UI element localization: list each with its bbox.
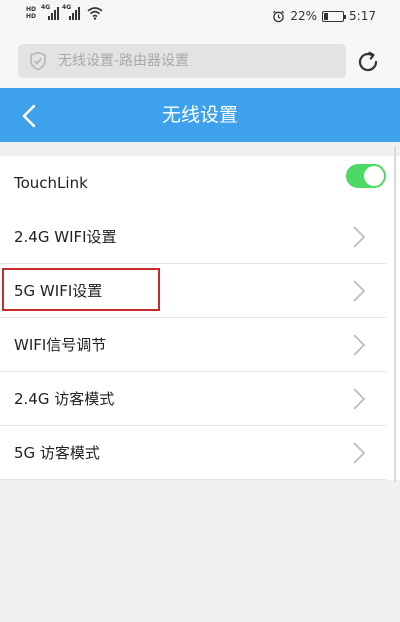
hd-indicator: HD HD [26,6,36,20]
signal-icon: 4G [41,4,60,20]
wifi-icon [87,7,103,20]
status-bar-right: 22% 5:17 [272,9,376,23]
menu-item-label: 2.4G WIFI设置 [14,228,117,246]
battery-fill [324,12,329,20]
touchlink-label: TouchLink [14,174,88,192]
menu-item-label: 2.4G 访客模式 [14,390,115,408]
search-row: 无线设置-路由器设置 [0,36,400,88]
wifi-menu-list: 2.4G WIFI设置 5G WIFI设置 WIFI信号调节 2.4G 访客模式… [0,210,400,480]
signal-2-tag: 4G [62,4,72,11]
chevron-right-icon [353,442,366,464]
signal-icon: 4G [62,4,81,20]
menu-item-24g-wifi-settings[interactable]: 2.4G WIFI设置 [0,210,400,264]
chevron-right-icon [353,226,366,248]
status-bar: HD HD 4G 4G 22% 5:17 [0,0,400,36]
refresh-icon[interactable] [356,50,380,74]
search-placeholder: 无线设置-路由器设置 [58,53,190,69]
chevron-right-icon [353,280,366,302]
page-title: 无线设置 [161,104,238,126]
shield-check-icon [30,51,46,71]
app-header: 无线设置 [0,88,400,142]
status-bar-left: HD HD 4G 4G [26,4,103,20]
battery-icon [322,10,347,22]
scroll-edge-line [394,146,396,482]
hd-top-label: HD [26,6,37,13]
menu-item-label: 5G 访客模式 [14,444,100,462]
chevron-right-icon [353,334,366,356]
signal-1-tag: 4G [41,4,51,11]
touchlink-row: TouchLink [0,156,400,210]
menu-item-24g-guest-mode[interactable]: 2.4G 访客模式 [0,372,400,426]
search-input[interactable]: 无线设置-路由器设置 [18,44,346,78]
clock-time: 5:17 [349,9,376,23]
toggle-knob [364,166,384,186]
chevron-right-icon [353,388,366,410]
menu-item-5g-guest-mode[interactable]: 5G 访客模式 [0,426,400,480]
menu-item-label: WIFI信号调节 [14,336,107,354]
alarm-icon [273,10,285,22]
battery-percent: 22% [290,9,318,23]
touchlink-toggle[interactable] [346,164,386,188]
highlight-annotation-box [2,268,160,311]
menu-item-wifi-signal-adjust[interactable]: WIFI信号调节 [0,318,400,372]
touchlink-section: TouchLink [0,156,400,210]
hd-bottom-label: HD [26,13,37,20]
